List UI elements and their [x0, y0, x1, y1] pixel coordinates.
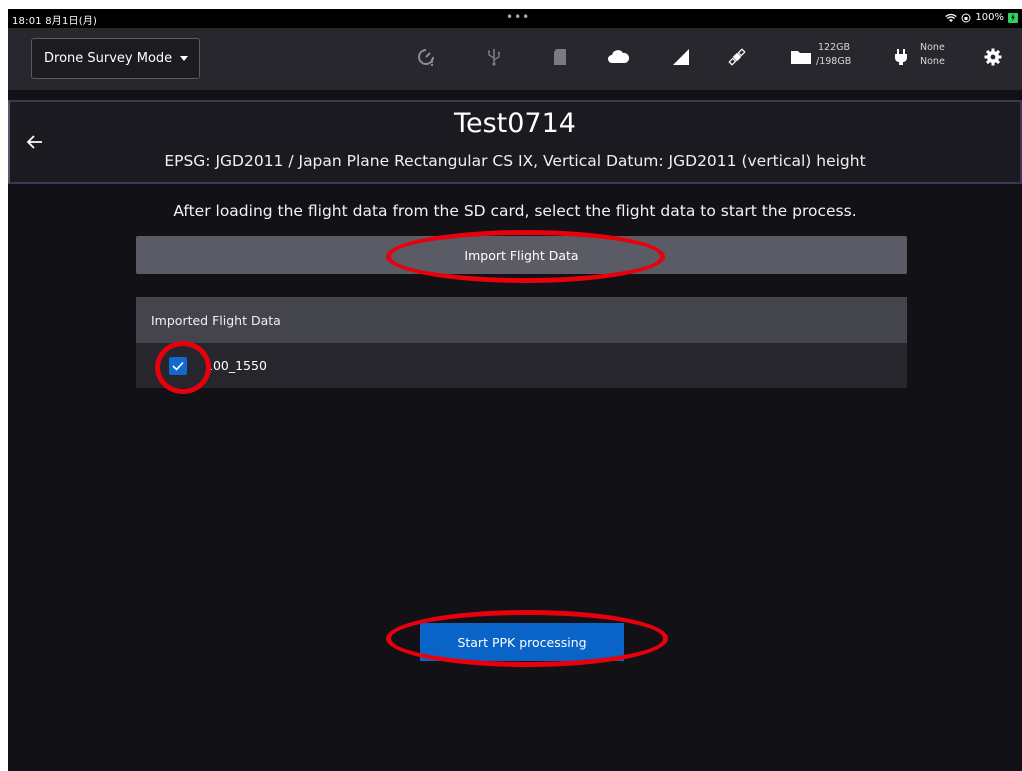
mode-select-value: Drone Survey Mode: [44, 51, 173, 66]
flight-data-checkbox[interactable]: [169, 356, 187, 375]
power-status-line1: None: [920, 42, 945, 53]
app-toolbar: Drone Survey Mode 122GB /198GB None None: [8, 28, 1022, 90]
instruction-text: After loading the flight data from the S…: [173, 202, 857, 220]
status-right-group: 100%: [945, 12, 1018, 23]
gear-icon[interactable]: [984, 48, 1002, 66]
import-flight-data-button[interactable]: Import Flight Data: [136, 236, 907, 274]
orientation-lock-icon: [961, 13, 971, 22]
wifi-icon: [945, 13, 958, 22]
battery-charging-icon: [1008, 12, 1018, 23]
project-header: Test0714 EPSG: JGD2011 / Japan Plane Rec…: [8, 100, 1022, 184]
checkmark-icon: [172, 361, 184, 371]
status-time: 18:01 8月1日(月): [12, 16, 98, 27]
power-status-line2: None: [920, 56, 945, 67]
plug-icon[interactable]: [894, 48, 908, 66]
project-crs-info: EPSG: JGD2011 / Japan Plane Rectangular …: [164, 152, 866, 170]
folder-icon[interactable]: [790, 48, 812, 66]
cloud-icon[interactable]: [606, 48, 630, 66]
storage-total: /198GB: [816, 56, 852, 67]
usb-icon[interactable]: [485, 48, 503, 66]
flight-data-row[interactable]: 100_1550: [136, 343, 907, 388]
flight-data-name: 100_1550: [205, 358, 267, 373]
chevron-down-icon: [180, 56, 189, 61]
multitasking-dots[interactable]: •••: [506, 10, 530, 24]
imported-flight-data-header: Imported Flight Data: [136, 297, 907, 343]
imported-flight-data-panel: Imported Flight Data 100_1550: [136, 297, 907, 388]
storage-used: 122GB: [818, 42, 851, 53]
project-title: Test0714: [454, 108, 576, 139]
signal-strength-icon[interactable]: [672, 48, 690, 66]
satellite-icon[interactable]: [727, 47, 747, 67]
timer-alert-icon[interactable]: [417, 48, 435, 66]
ios-status-bar: 18:01 8月1日(月) ••• 100%: [8, 9, 1022, 28]
ipad-screen: 18:01 8月1日(月) ••• 100% Drone Survey Mode: [8, 9, 1022, 771]
start-ppk-processing-button[interactable]: Start PPK processing: [420, 623, 624, 661]
sd-card-icon[interactable]: [551, 48, 569, 66]
battery-percentage: 100%: [975, 12, 1004, 23]
mode-select-dropdown[interactable]: Drone Survey Mode: [31, 38, 200, 79]
